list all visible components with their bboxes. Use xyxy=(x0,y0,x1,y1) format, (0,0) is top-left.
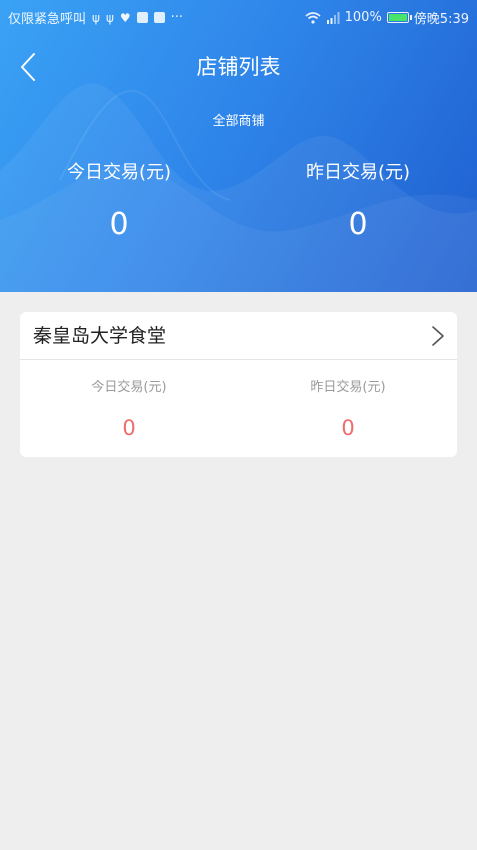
battery-icon xyxy=(386,12,412,23)
signal-icon xyxy=(326,11,340,24)
status-left: 仅限紧急呼叫 ψ ψ ♥ ··· xyxy=(8,8,183,27)
store-today-value: 0 xyxy=(122,416,136,440)
header-banner: 仅限紧急呼叫 ψ ψ ♥ ··· 100% 傍晚5:39 店铺列表 全部商铺 今… xyxy=(0,0,477,292)
yesterday-transaction-value: 0 xyxy=(348,207,368,242)
usb-icon: ψ xyxy=(105,10,114,25)
yesterday-transaction-label: 昨日交易(元) xyxy=(305,162,411,183)
store-yesterday-value: 0 xyxy=(341,416,355,440)
carrier-text: 仅限紧急呼叫 xyxy=(8,12,87,27)
app-icon xyxy=(153,12,165,23)
app-icon xyxy=(136,12,148,23)
card-divider xyxy=(20,359,457,360)
store-name: 秦皇岛大学食堂 xyxy=(33,325,167,347)
status-time: 傍晚5:39 xyxy=(413,12,469,27)
today-transaction-label: 今日交易(元) xyxy=(66,162,172,183)
page-title: 店铺列表 xyxy=(196,55,281,79)
status-bar: 仅限紧急呼叫 ψ ψ ♥ ··· 100% 傍晚5:39 xyxy=(0,0,477,32)
scope-selector[interactable]: 全部商铺 xyxy=(0,112,477,132)
store-today-label: 今日交易(元) xyxy=(91,380,167,395)
status-right: 100% 傍晚5:39 xyxy=(305,8,469,27)
chevron-right-icon xyxy=(432,326,444,346)
wifi-icon xyxy=(305,11,321,24)
store-card[interactable]: 秦皇岛大学食堂 今日交易(元) 昨日交易(元) 0 0 xyxy=(20,312,457,457)
usb-icon: ψ xyxy=(92,10,100,25)
today-transaction-value: 0 xyxy=(109,207,129,242)
battery-percent: 100% xyxy=(344,10,382,25)
header-background-waves xyxy=(0,83,477,292)
heart-icon: ♥ xyxy=(119,10,131,25)
store-yesterday-label: 昨日交易(元) xyxy=(310,380,386,395)
overflow-dots: ··· xyxy=(170,10,184,25)
